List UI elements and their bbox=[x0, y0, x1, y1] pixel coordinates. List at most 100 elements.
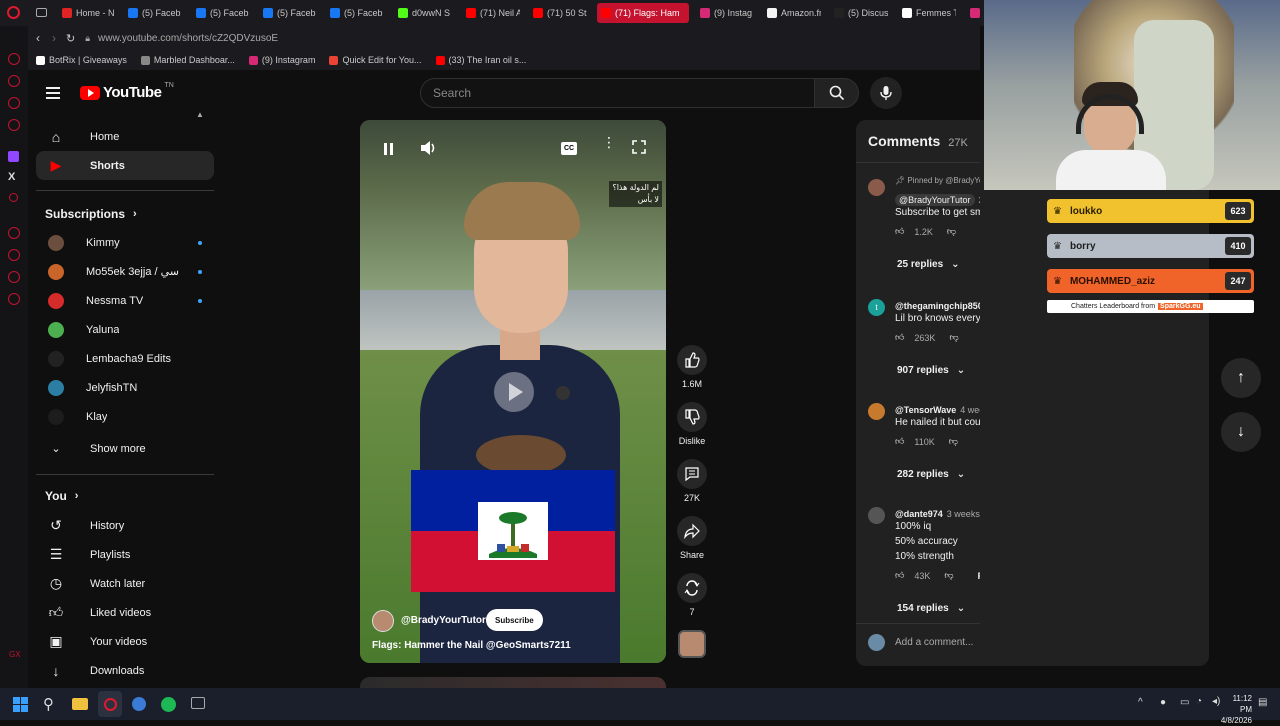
comments-button[interactable]: 27K bbox=[676, 459, 708, 503]
search-icon[interactable]: ⚲ bbox=[43, 695, 54, 713]
comment-like-icon[interactable]: 👍︎ bbox=[895, 436, 904, 447]
notifications-icon[interactable]: ▤ bbox=[1258, 697, 1267, 708]
twitch-icon[interactable] bbox=[8, 151, 19, 162]
comment-avatar[interactable] bbox=[868, 179, 885, 196]
url-field[interactable]: www.youtube.com/shorts/cZ2QDVzusoE bbox=[98, 33, 278, 44]
comment-dislike-icon[interactable]: 👎︎ bbox=[944, 570, 953, 581]
channel-avatar[interactable] bbox=[372, 610, 394, 632]
settings-icon[interactable] bbox=[8, 293, 20, 305]
short-video-player[interactable]: لم الدولة هذا؟ لا بأس CC ⋮ @BradyYourTut… bbox=[360, 120, 666, 663]
share-button[interactable]: Share bbox=[676, 516, 708, 560]
next-video-button[interactable]: ↓ bbox=[1221, 412, 1261, 452]
comment-avatar[interactable] bbox=[868, 507, 885, 524]
subscriptions-heading[interactable]: Subscriptions › bbox=[45, 207, 137, 221]
sidebar-app-icon[interactable] bbox=[8, 53, 20, 65]
app-taskbar-icon[interactable] bbox=[132, 697, 146, 711]
browser-tab[interactable]: Home - N bbox=[62, 3, 114, 23]
sidebar-item-your-videos[interactable]: ▣ Your videos bbox=[36, 627, 214, 656]
view-replies-button[interactable]: 282 replies ⌄ bbox=[897, 469, 965, 480]
channel-name[interactable]: @BradyYourTutor bbox=[401, 615, 486, 626]
subscription-item[interactable]: Nessma TV bbox=[36, 286, 214, 315]
opera-taskbar-icon[interactable] bbox=[98, 691, 122, 717]
comment-like-icon[interactable]: 👍︎ bbox=[895, 570, 904, 581]
tray-chevron-icon[interactable]: ^ bbox=[1138, 697, 1143, 708]
opera-logo-icon[interactable] bbox=[7, 6, 20, 19]
comment-author[interactable]: @TensorWave bbox=[895, 405, 956, 415]
comment-dislike-icon[interactable]: 👎︎ bbox=[949, 332, 958, 343]
search-input[interactable]: Search bbox=[420, 78, 815, 108]
volume-button[interactable] bbox=[420, 140, 438, 161]
remix-button[interactable]: 7 bbox=[676, 573, 708, 617]
browser-tab[interactable]: (5) Faceb bbox=[128, 3, 182, 23]
x-icon[interactable]: X bbox=[8, 171, 15, 183]
comment-like-icon[interactable]: 👍︎ bbox=[895, 226, 904, 237]
browser-tab[interactable]: (71) 50 St bbox=[533, 3, 587, 23]
youtube-logo[interactable]: YouTube TN bbox=[80, 82, 174, 101]
comment-author[interactable]: @BradyYourTutor bbox=[895, 194, 975, 206]
dislike-button[interactable]: Dislike bbox=[676, 402, 708, 446]
comment-author[interactable]: @dante974 bbox=[895, 509, 943, 519]
network-icon[interactable]: ▭ bbox=[1180, 697, 1189, 708]
more-icon[interactable]: GX bbox=[9, 650, 21, 659]
you-heading[interactable]: You › bbox=[45, 489, 78, 503]
subscription-item[interactable]: JelyfishTN bbox=[36, 373, 214, 402]
bookmark-item[interactable]: (9) Instagram bbox=[248, 55, 315, 65]
subscription-item[interactable]: Mo55ek 3ejja / سي bbox=[36, 257, 214, 286]
browser-tab[interactable]: (5) Discus bbox=[834, 3, 888, 23]
windows-start-icon[interactable] bbox=[13, 697, 28, 712]
sidebar-item-shorts[interactable]: ▶ Shorts bbox=[36, 151, 214, 180]
bookmark-item[interactable]: (33) The Iran oil s... bbox=[435, 55, 526, 65]
clock[interactable]: 11:12 PM 4/8/2026 bbox=[1219, 693, 1252, 726]
browser-tab[interactable]: (71) Flags: Ham bbox=[597, 3, 689, 23]
voice-search-button[interactable] bbox=[870, 77, 902, 109]
spotify-icon[interactable] bbox=[161, 697, 176, 712]
back-icon[interactable]: ‹ bbox=[36, 31, 40, 45]
sidebar-app-icon[interactable] bbox=[8, 227, 20, 239]
view-replies-button[interactable]: 25 replies ⌄ bbox=[897, 259, 960, 270]
microphone-tray-icon[interactable]: ● bbox=[1160, 697, 1166, 708]
sidebar-app-icon[interactable] bbox=[8, 249, 20, 261]
more-options-icon[interactable]: ⋮ bbox=[602, 135, 616, 149]
fullscreen-icon[interactable] bbox=[632, 140, 646, 159]
sidebar-scroll-up-icon[interactable]: ▲ bbox=[196, 110, 204, 119]
comment-avatar[interactable] bbox=[868, 403, 885, 420]
browser-tab[interactable]: (5) Faceb bbox=[263, 3, 317, 23]
like-button[interactable]: 1.6M bbox=[676, 345, 708, 389]
browser-tab[interactable]: (9) Instag bbox=[700, 3, 754, 23]
browser-tab[interactable]: (5) Faceb bbox=[330, 3, 384, 23]
comment-like-icon[interactable]: 👍︎ bbox=[895, 332, 904, 343]
comment-author[interactable]: @thegamingchip8509 bbox=[895, 301, 988, 311]
comment-avatar[interactable]: t bbox=[868, 299, 885, 316]
sidebar-item-watch-later[interactable]: ◷ Watch later bbox=[36, 569, 214, 598]
subscription-item[interactable]: Lembacha9 Edits bbox=[36, 344, 214, 373]
sidebar-item-history[interactable]: ↺ History bbox=[36, 511, 214, 540]
browser-tab[interactable]: (5) Faceb bbox=[196, 3, 250, 23]
captions-button[interactable]: CC bbox=[561, 142, 577, 155]
search-button[interactable] bbox=[814, 78, 859, 108]
view-replies-button[interactable]: 154 replies ⌄ bbox=[897, 603, 965, 614]
show-more-button[interactable]: ⌄ Show more bbox=[36, 434, 214, 463]
subscribe-button[interactable]: Subscribe bbox=[486, 609, 543, 631]
sidebar-item-playlists[interactable]: ☰ Playlists bbox=[36, 540, 214, 569]
menu-icon[interactable] bbox=[46, 87, 60, 99]
subscription-item[interactable]: Yaluna bbox=[36, 315, 214, 344]
file-explorer-icon[interactable] bbox=[72, 698, 88, 710]
browser-tab[interactable]: (71) Neil A bbox=[466, 3, 520, 23]
reload-icon[interactable]: ↻ bbox=[66, 32, 75, 45]
sidebar-item-liked-videos[interactable]: 👍︎ Liked videos bbox=[36, 598, 214, 627]
sidebar-app-icon[interactable] bbox=[8, 75, 20, 87]
view-replies-button[interactable]: 907 replies ⌄ bbox=[897, 365, 965, 376]
sidebar-app-icon[interactable] bbox=[9, 193, 18, 202]
sidebar-item-home[interactable]: ⌂ Home bbox=[36, 122, 214, 151]
sidebar-app-icon[interactable] bbox=[8, 271, 20, 283]
comment-dislike-icon[interactable]: 👎︎ bbox=[949, 436, 958, 447]
forward-icon[interactable]: › bbox=[52, 31, 56, 45]
pause-button[interactable] bbox=[376, 136, 401, 162]
channel-thumbnail-avatar[interactable] bbox=[678, 630, 706, 658]
subscription-item[interactable]: Klay bbox=[36, 402, 214, 431]
tab-favicon-icon[interactable] bbox=[970, 8, 980, 18]
subscription-item[interactable]: Kimmy bbox=[36, 228, 214, 257]
browser-tab[interactable]: d0wwN S bbox=[398, 3, 452, 23]
sidebar-item-downloads[interactable]: ↓ Downloads bbox=[36, 656, 214, 685]
app-taskbar-icon[interactable] bbox=[191, 697, 205, 709]
